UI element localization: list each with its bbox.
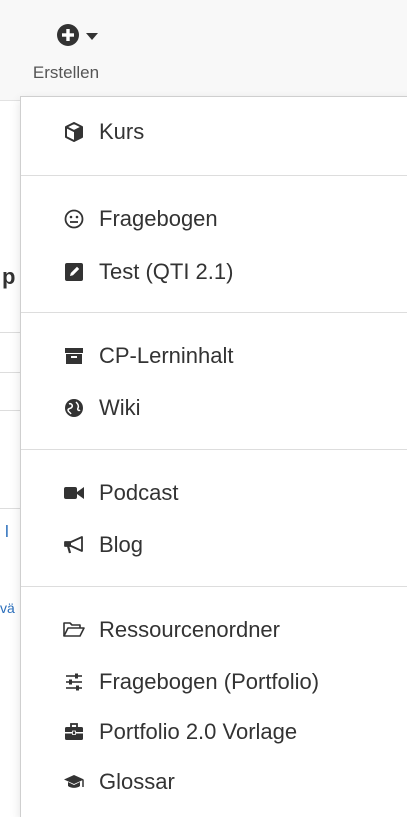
sliders-icon xyxy=(63,671,85,693)
menu-divider xyxy=(21,586,407,587)
menu-item-label: Podcast xyxy=(99,480,179,505)
menu-item-label: Wiki xyxy=(99,395,141,420)
menu-item-kurs[interactable]: Kurs xyxy=(63,117,144,147)
briefcase-icon xyxy=(63,721,85,743)
create-label: Erstellen xyxy=(32,63,100,82)
menu-item-blog[interactable]: Blog xyxy=(63,530,143,560)
menu-divider xyxy=(21,449,407,450)
caret-down-icon xyxy=(86,28,98,46)
folder-open-icon xyxy=(63,619,85,641)
plus-circle-icon xyxy=(56,23,80,52)
menu-item-wiki[interactable]: Wiki xyxy=(63,393,141,423)
create-button[interactable]: Erstellen xyxy=(12,20,120,90)
archive-icon xyxy=(63,345,85,367)
menu-item-label: Glossar xyxy=(99,769,175,794)
menu-item-label: Test (QTI 2.1) xyxy=(99,259,234,284)
menu-item-fragebogen-portfolio[interactable]: Fragebogen (Portfolio) xyxy=(63,667,319,697)
menu-item-label: Kurs xyxy=(99,119,145,144)
menu-item-fragebogen[interactable]: Fragebogen xyxy=(63,204,218,234)
background-text-fragment: p xyxy=(2,264,16,289)
menu-item-label: CP-Lerninhalt xyxy=(99,343,234,368)
menu-item-cp-lerninhalt[interactable]: CP-Lerninhalt xyxy=(63,341,234,371)
create-dropdown-menu: Kurs Fragebogen Test (QTI 2.1) CP-Lernin… xyxy=(20,96,407,817)
background-divider xyxy=(0,332,22,333)
background-divider xyxy=(0,372,22,373)
background-link-fragment: vä xyxy=(0,600,15,616)
menu-item-podcast[interactable]: Podcast xyxy=(63,478,179,508)
edit-icon xyxy=(63,261,85,283)
graduation-cap-icon xyxy=(63,771,85,793)
background-divider xyxy=(0,508,22,509)
menu-item-label: Fragebogen xyxy=(99,206,218,231)
cube-icon xyxy=(63,121,85,143)
menu-divider xyxy=(21,175,407,176)
menu-divider xyxy=(21,312,407,313)
menu-item-label: Blog xyxy=(99,532,144,557)
menu-item-ressourcenordner[interactable]: Ressourcenordner xyxy=(63,615,280,645)
smile-icon xyxy=(63,208,85,230)
globe-icon xyxy=(63,397,85,419)
background-divider xyxy=(0,410,22,411)
menu-item-label: Ressourcenordner xyxy=(99,617,280,642)
menu-item-label: Fragebogen (Portfolio) xyxy=(99,669,320,694)
bullhorn-icon xyxy=(63,534,85,556)
menu-item-test[interactable]: Test (QTI 2.1) xyxy=(63,257,233,287)
menu-item-label: Portfolio 2.0 Vorlage xyxy=(99,719,298,744)
menu-item-glossar[interactable]: Glossar xyxy=(63,767,175,797)
background-link-fragment: l xyxy=(5,522,9,541)
menu-item-portfolio-vorlage[interactable]: Portfolio 2.0 Vorlage xyxy=(63,717,297,747)
video-camera-icon xyxy=(63,482,85,504)
top-navbar: Erstellen xyxy=(0,0,407,101)
